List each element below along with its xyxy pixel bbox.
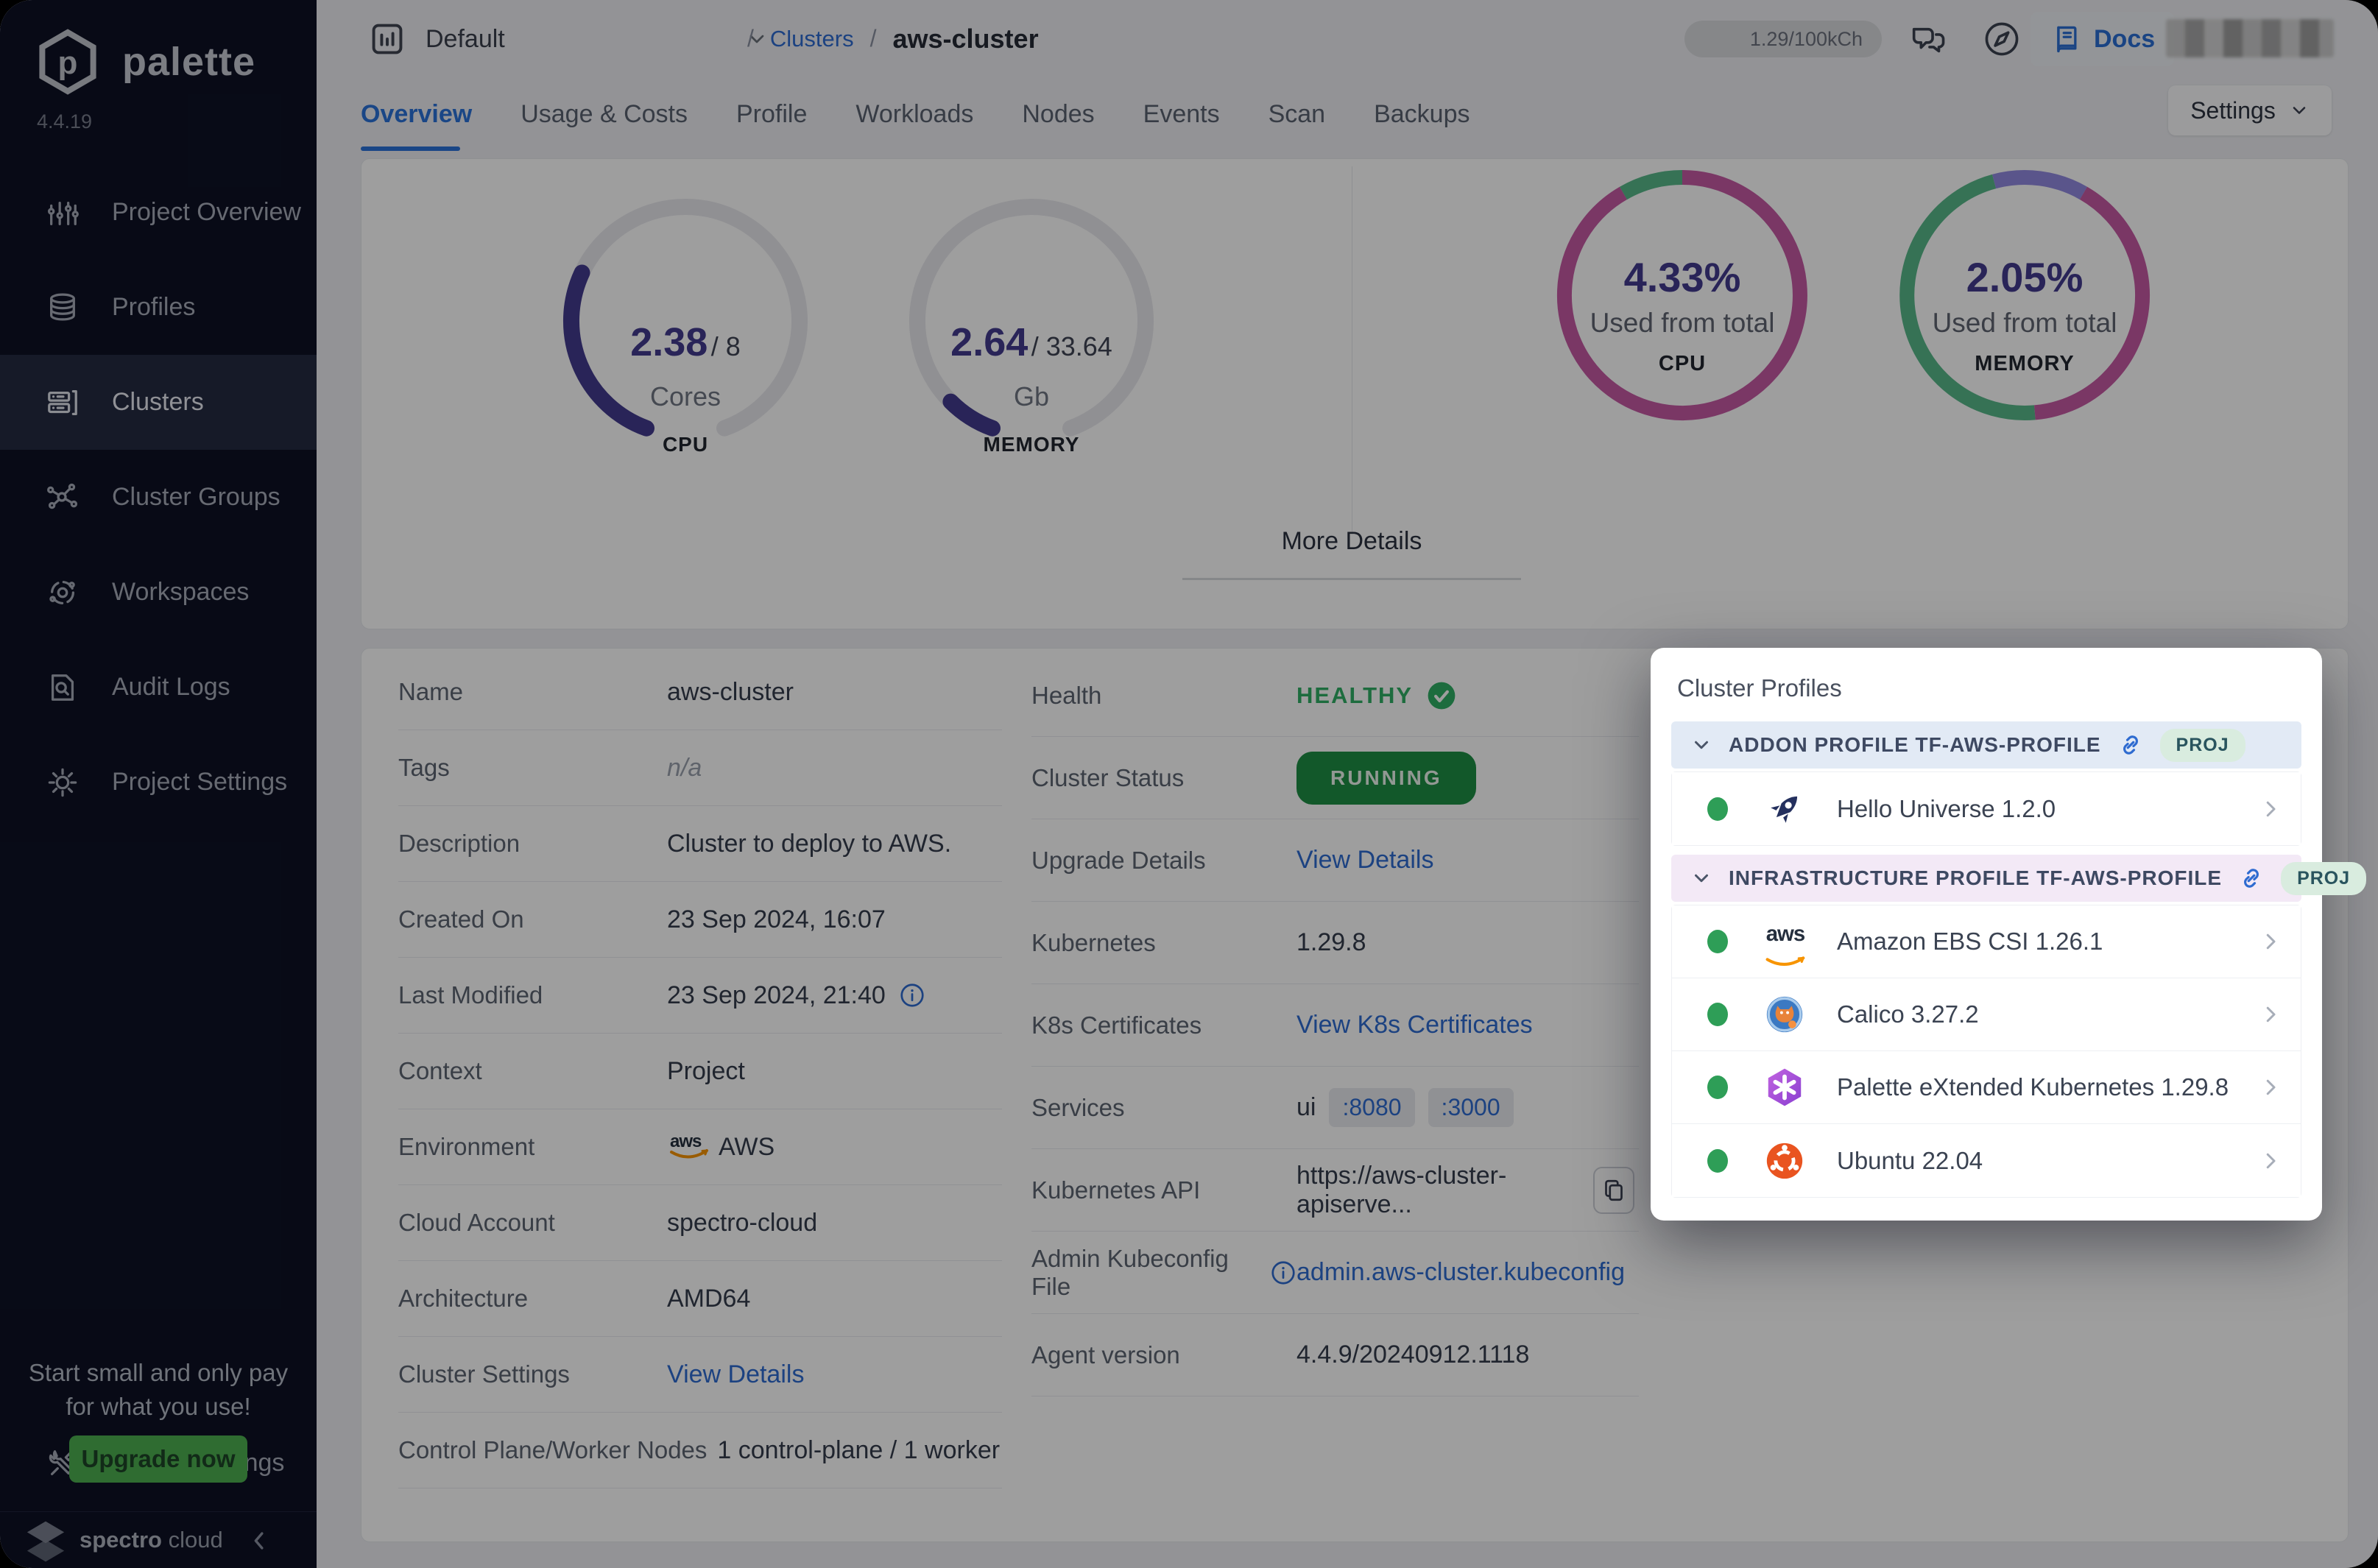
profile-layer-name: Calico 3.27.2 (1837, 1000, 1979, 1028)
addon-profile-header[interactable]: ADDON PROFILE TF-AWS-PROFILE PROJ (1671, 721, 2301, 769)
addon-profile-label: ADDON PROFILE TF-AWS-PROFILE (1729, 733, 2101, 757)
chevron-right-icon (2259, 1003, 2282, 1025)
panel-title: Cluster Profiles (1677, 674, 2301, 702)
profile-layer-palette-extended-kubernetes[interactable]: Palette eXtended Kubernetes 1.29.8 (1672, 1051, 2301, 1124)
addon-profile-items: Hello Universe 1.2.0 (1671, 771, 2301, 846)
profile-layer-name: Ubuntu 22.04 (1837, 1147, 1983, 1175)
chevron-right-icon (2259, 1150, 2282, 1172)
profile-layer-hello-universe[interactable]: Hello Universe 1.2.0 (1672, 772, 2301, 845)
status-dot-icon (1707, 1003, 1728, 1026)
proj-scope-badge: PROJ (2160, 729, 2245, 762)
infrastructure-profile-items: aws Amazon EBS CSI 1.26.1 Calico 3.27.2 (1671, 905, 2301, 1198)
profile-layer-name: Amazon EBS CSI 1.26.1 (1837, 928, 2103, 956)
profile-layer-name: Hello Universe 1.2.0 (1837, 795, 2056, 823)
aws-icon: aws (1763, 920, 1806, 963)
profile-layer-ubuntu[interactable]: Ubuntu 22.04 (1672, 1124, 2301, 1197)
pxk-icon (1763, 1066, 1806, 1109)
cluster-profiles-panel: Cluster Profiles ADDON PROFILE TF-AWS-PR… (1651, 648, 2322, 1221)
status-dot-icon (1707, 1149, 1728, 1173)
infrastructure-profile-header[interactable]: INFRASTRUCTURE PROFILE TF-AWS-PROFILE PR… (1671, 855, 2301, 902)
chevron-right-icon (2259, 798, 2282, 820)
chevron-down-icon[interactable] (1690, 867, 1712, 889)
link-icon[interactable] (2238, 865, 2265, 891)
status-dot-icon (1707, 930, 1728, 953)
chevron-right-icon (2259, 930, 2282, 953)
calico-icon (1763, 993, 1806, 1036)
status-dot-icon (1707, 797, 1728, 821)
profile-layer-amazon-ebs-csi[interactable]: aws Amazon EBS CSI 1.26.1 (1672, 905, 2301, 978)
status-dot-icon (1707, 1076, 1728, 1099)
infrastructure-profile-label: INFRASTRUCTURE PROFILE TF-AWS-PROFILE (1729, 866, 2222, 890)
profile-layer-name: Palette eXtended Kubernetes 1.29.8 (1837, 1073, 2229, 1101)
chevron-right-icon (2259, 1076, 2282, 1098)
hello-universe-icon (1763, 788, 1806, 830)
ubuntu-icon (1763, 1140, 1806, 1182)
app-window: p palette 4.4.19 Project Overview Profil… (0, 0, 2378, 1568)
link-icon[interactable] (2117, 732, 2144, 758)
proj-scope-badge: PROJ (2281, 862, 2366, 895)
profile-layer-calico[interactable]: Calico 3.27.2 (1672, 978, 2301, 1051)
chevron-down-icon[interactable] (1690, 734, 1712, 756)
